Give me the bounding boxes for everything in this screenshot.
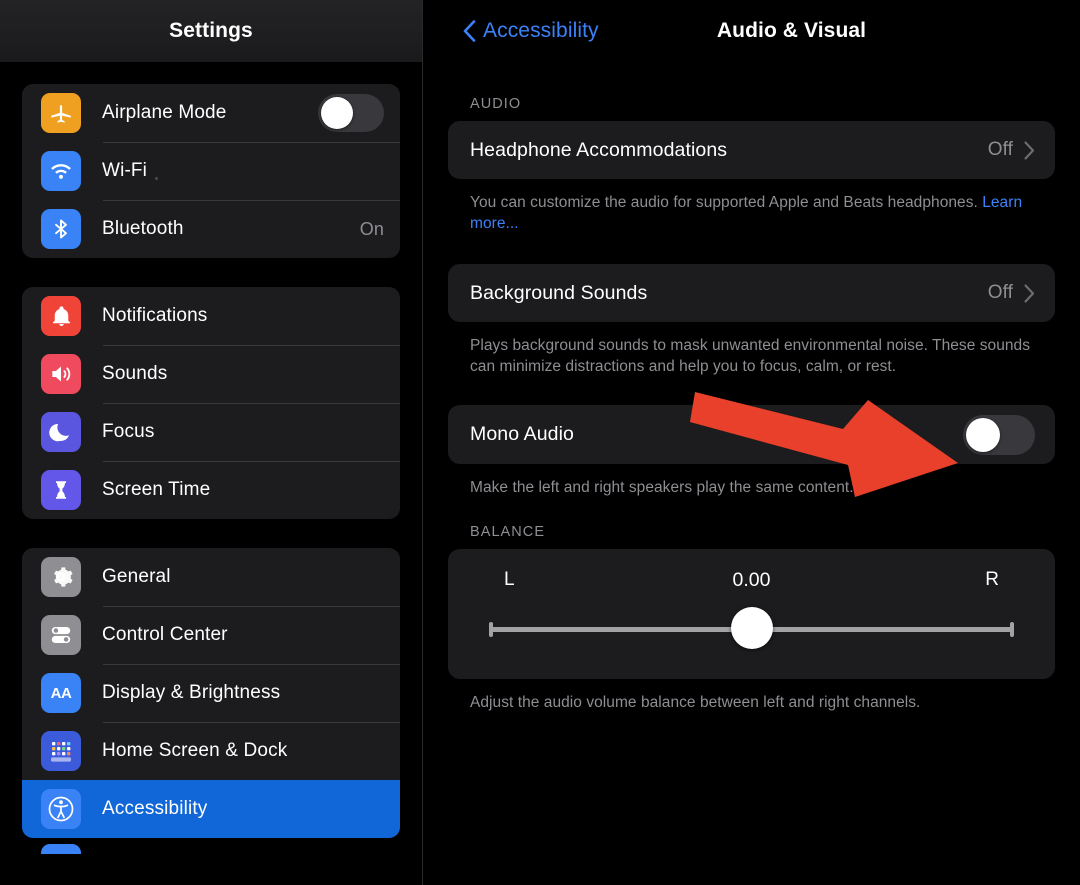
sidebar-item-label: Wi-Fi bbox=[102, 160, 148, 181]
sidebar-item-value: On bbox=[359, 218, 384, 239]
sidebar-item-airplane-mode[interactable]: Airplane Mode bbox=[22, 84, 400, 142]
row-value: Off bbox=[987, 139, 1013, 160]
sidebar-item-focus[interactable]: Focus bbox=[22, 403, 400, 461]
row-background-sounds[interactable]: Background Sounds Off bbox=[448, 264, 1055, 322]
balance-right-label: R bbox=[985, 569, 999, 590]
row-value: Off bbox=[987, 282, 1013, 303]
detail-body: AUDIO Headphone Accommodations Off You c… bbox=[423, 62, 1080, 713]
footer-text: You can customize the audio for supporte… bbox=[470, 194, 983, 211]
display-brightness-icon: AA bbox=[41, 673, 81, 713]
control-center-icon bbox=[41, 615, 81, 655]
sidebar-item-display-brightness[interactable]: AA Display & Brightness bbox=[22, 664, 400, 722]
toggle-knob bbox=[321, 97, 353, 129]
sidebar-item-control-center[interactable]: Control Center bbox=[22, 606, 400, 664]
bluetooth-icon bbox=[41, 209, 81, 249]
wifi-status-dot bbox=[155, 177, 159, 180]
page-title: Settings bbox=[169, 19, 253, 42]
home-screen-dock-icon bbox=[41, 731, 81, 771]
sidebar-item-notifications[interactable]: Notifications bbox=[22, 287, 400, 345]
detail-header: Accessibility Audio & Visual bbox=[423, 0, 1080, 62]
sidebar-item-bluetooth[interactable]: Bluetooth On bbox=[22, 200, 400, 258]
airplane-icon bbox=[41, 93, 81, 133]
sidebar-item-label: Sounds bbox=[102, 363, 168, 384]
footer-background-sounds: Plays background sounds to mask unwanted… bbox=[470, 337, 1031, 375]
sidebar-header: Settings bbox=[0, 0, 422, 62]
accessibility-icon bbox=[41, 789, 81, 829]
sidebar-item-sounds[interactable]: Sounds bbox=[22, 345, 400, 403]
slider-knob[interactable] bbox=[730, 607, 773, 649]
footer-balance: Adjust the audio volume balance between … bbox=[470, 694, 921, 711]
row-label: Mono Audio bbox=[470, 423, 574, 445]
slider-right-cap bbox=[1010, 622, 1014, 637]
speaker-icon bbox=[41, 354, 81, 394]
balance-slider[interactable] bbox=[470, 607, 1033, 653]
partial-app-icon bbox=[41, 844, 81, 854]
chevron-right-icon bbox=[1024, 140, 1035, 160]
card-background-sounds: Background Sounds Off bbox=[448, 264, 1055, 322]
sidebar-item-label: Accessibility bbox=[102, 798, 208, 819]
card-balance: L 0.00 R bbox=[448, 549, 1055, 679]
footer-mono-audio: Make the left and right speakers play th… bbox=[470, 479, 854, 496]
section-header-balance: BALANCE bbox=[470, 524, 546, 540]
row-label: Headphone Accommodations bbox=[470, 138, 728, 161]
slider-left-cap bbox=[489, 622, 493, 637]
chevron-right-icon bbox=[1024, 283, 1035, 303]
footer-headphone-accommodations: You can customize the audio for supporte… bbox=[448, 179, 1055, 234]
sidebar-item-screen-time[interactable]: Screen Time bbox=[22, 461, 400, 519]
row-label: Background Sounds bbox=[470, 281, 648, 304]
sidebar-item-label: General bbox=[102, 566, 171, 587]
sidebar-item-label: Control Center bbox=[102, 624, 228, 645]
sidebar-item-partial-next[interactable] bbox=[22, 838, 400, 854]
sidebar-item-label: Screen Time bbox=[102, 479, 211, 500]
sidebar-item-general[interactable]: General bbox=[22, 548, 400, 606]
sidebar-item-label: Bluetooth bbox=[102, 218, 184, 239]
balance-value: 0.00 bbox=[732, 568, 771, 591]
wifi-icon bbox=[41, 151, 81, 191]
mono-audio-toggle[interactable] bbox=[963, 414, 1035, 455]
section-header-audio: AUDIO bbox=[470, 96, 522, 112]
detail-title: Audio & Visual bbox=[716, 19, 867, 42]
card-headphone-accommodations: Headphone Accommodations Off bbox=[448, 121, 1055, 179]
sidebar-group-system: General Control Center AA Display & Brig… bbox=[22, 548, 400, 838]
moon-icon bbox=[41, 412, 81, 452]
airplane-mode-toggle[interactable] bbox=[318, 94, 384, 132]
gear-icon bbox=[41, 557, 81, 597]
sidebar-item-accessibility[interactable]: Accessibility bbox=[22, 780, 400, 838]
sidebar-group-connectivity: Airplane Mode Wi-Fi Bluetooth On bbox=[22, 84, 400, 258]
sidebar-item-label: Airplane Mode bbox=[102, 102, 227, 123]
ipad-settings-screen: Settings Airplane Mode Wi-Fi Bluetooth O… bbox=[0, 0, 1080, 885]
settings-sidebar: Settings Airplane Mode Wi-Fi Bluetooth O… bbox=[0, 0, 422, 885]
row-mono-audio[interactable]: Mono Audio bbox=[448, 405, 1055, 464]
sidebar-item-label: Focus bbox=[102, 421, 155, 442]
detail-pane: Accessibility Audio & Visual AUDIO Headp… bbox=[423, 0, 1080, 885]
bell-icon bbox=[41, 296, 81, 336]
card-mono-audio: Mono Audio bbox=[448, 405, 1055, 464]
sidebar-item-label: Notifications bbox=[102, 305, 208, 326]
sidebar-item-label: Display & Brightness bbox=[102, 682, 281, 703]
sidebar-item-home-screen-dock[interactable]: Home Screen & Dock bbox=[22, 722, 400, 780]
sidebar-group-notifications: Notifications Sounds Focus Screen Time bbox=[22, 287, 400, 519]
balance-labels: L 0.00 R bbox=[470, 567, 1033, 593]
sidebar-item-label: Home Screen & Dock bbox=[102, 740, 288, 761]
sidebar-item-wifi[interactable]: Wi-Fi bbox=[22, 142, 400, 200]
hourglass-icon bbox=[41, 470, 81, 510]
row-headphone-accommodations[interactable]: Headphone Accommodations Off bbox=[448, 121, 1055, 179]
toggle-knob bbox=[966, 417, 1000, 452]
